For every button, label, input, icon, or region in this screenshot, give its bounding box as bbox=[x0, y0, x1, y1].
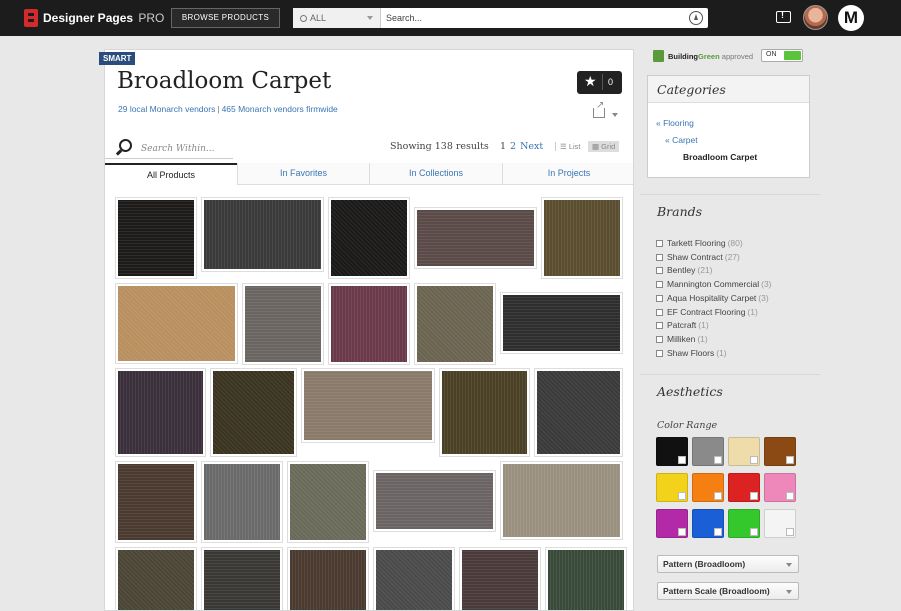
color-swatch[interactable] bbox=[764, 509, 796, 538]
brand-filter-item[interactable]: EF Contract Flooring (1) bbox=[656, 307, 758, 317]
product-swatch[interactable] bbox=[439, 368, 530, 457]
search-submit-icon[interactable] bbox=[689, 11, 703, 25]
brand-checkbox[interactable] bbox=[656, 335, 663, 343]
product-swatch[interactable] bbox=[301, 368, 435, 443]
chevron-down-icon bbox=[367, 16, 373, 20]
brand-checkbox[interactable] bbox=[656, 267, 663, 275]
smart-badge: SMART bbox=[99, 52, 136, 65]
brand-checkbox[interactable] bbox=[656, 322, 663, 330]
product-swatch[interactable] bbox=[534, 368, 623, 457]
designer-pages-logo-icon[interactable] bbox=[24, 9, 38, 27]
brands-title: Brands bbox=[657, 204, 703, 219]
product-swatch[interactable] bbox=[541, 197, 623, 279]
top-navigation-bar: Designer Pages PRO BROWSE PRODUCTS ALL M bbox=[0, 0, 901, 36]
product-swatch[interactable] bbox=[201, 547, 283, 610]
color-swatch[interactable] bbox=[692, 473, 724, 502]
brand-checkbox[interactable] bbox=[656, 281, 663, 289]
divider bbox=[640, 374, 820, 375]
product-swatch[interactable] bbox=[115, 368, 206, 457]
product-swatch[interactable] bbox=[115, 547, 197, 610]
chevron-down-icon bbox=[786, 563, 792, 567]
user-avatar[interactable] bbox=[803, 5, 828, 30]
buildinggreen-logo-icon bbox=[653, 50, 664, 62]
color-swatch[interactable] bbox=[728, 437, 760, 466]
monarch-logo[interactable]: M bbox=[838, 5, 864, 31]
color-swatch[interactable] bbox=[656, 509, 688, 538]
product-swatch[interactable] bbox=[500, 461, 623, 540]
buildinggreen-toggle[interactable]: ON bbox=[761, 49, 803, 62]
category-link-flooring[interactable]: « Flooring bbox=[656, 118, 694, 128]
product-swatch[interactable] bbox=[414, 207, 537, 269]
product-listing-panel: Broadloom Carpet 29 local Monarch vendor… bbox=[104, 49, 634, 611]
brand-filter-item[interactable]: Milliken (1) bbox=[656, 334, 708, 344]
brand-filter-item[interactable]: Mannington Commercial (3) bbox=[656, 279, 772, 289]
brand-filter-item[interactable]: Shaw Contract (27) bbox=[656, 252, 740, 262]
buildinggreen-label: BuildingGreen approved bbox=[668, 52, 754, 61]
categories-title: Categories bbox=[648, 76, 809, 103]
product-swatch[interactable] bbox=[115, 197, 197, 279]
product-swatch[interactable] bbox=[414, 283, 496, 365]
product-swatch[interactable] bbox=[373, 547, 455, 610]
product-swatch[interactable] bbox=[500, 292, 623, 354]
color-range-label: Color Range bbox=[657, 420, 718, 431]
pattern-scale-dropdown[interactable]: Pattern Scale (Broadloom) bbox=[657, 582, 799, 600]
product-swatch[interactable] bbox=[287, 547, 369, 610]
product-swatch[interactable] bbox=[201, 197, 324, 272]
product-swatch[interactable] bbox=[328, 197, 410, 279]
brand-filter-item[interactable]: Shaw Floors (1) bbox=[656, 348, 727, 358]
app-logo-text[interactable]: Designer Pages PRO bbox=[43, 11, 164, 25]
brand-checkbox[interactable] bbox=[656, 240, 663, 247]
category-link-carpet[interactable]: « Carpet bbox=[665, 135, 698, 145]
divider bbox=[640, 194, 820, 195]
color-swatch[interactable] bbox=[656, 437, 688, 466]
color-swatch[interactable] bbox=[656, 473, 688, 502]
category-current: Broadloom Carpet bbox=[683, 152, 758, 162]
product-swatch[interactable] bbox=[373, 470, 496, 532]
product-swatch[interactable] bbox=[201, 461, 283, 543]
product-swatch[interactable] bbox=[545, 547, 627, 610]
aesthetics-title: Aesthetics bbox=[657, 384, 723, 399]
color-swatch[interactable] bbox=[692, 437, 724, 466]
brand-filter-item[interactable]: Tarkett Flooring (80) bbox=[656, 238, 743, 248]
product-swatch[interactable] bbox=[328, 283, 410, 365]
color-swatch[interactable] bbox=[692, 509, 724, 538]
product-swatch[interactable] bbox=[459, 547, 541, 610]
product-swatch[interactable] bbox=[115, 283, 238, 364]
color-swatch[interactable] bbox=[728, 509, 760, 538]
brand-filter-item[interactable]: Patcraft (1) bbox=[656, 320, 709, 330]
product-swatch[interactable] bbox=[287, 461, 369, 543]
brand-filter-item[interactable]: Bentley (21) bbox=[656, 265, 712, 275]
toggle-knob bbox=[784, 51, 801, 60]
product-swatch[interactable] bbox=[242, 283, 324, 365]
global-search-input[interactable] bbox=[386, 11, 676, 25]
brand-checkbox[interactable] bbox=[656, 308, 663, 316]
global-search-bar: ALL bbox=[293, 8, 708, 28]
color-swatch[interactable] bbox=[728, 473, 760, 502]
categories-panel: Categories « Flooring « Carpet Broadloom… bbox=[647, 75, 810, 178]
color-swatch[interactable] bbox=[764, 437, 796, 466]
chevron-down-icon bbox=[786, 590, 792, 594]
pattern-dropdown[interactable]: Pattern (Broadloom) bbox=[657, 555, 799, 573]
browse-products-button[interactable]: BROWSE PRODUCTS bbox=[171, 8, 280, 28]
brand-checkbox[interactable] bbox=[656, 349, 663, 357]
search-scope-dropdown[interactable]: ALL bbox=[293, 8, 381, 28]
product-swatch[interactable] bbox=[210, 368, 297, 457]
brand-filter-item[interactable]: Aqua Hospitality Carpet (3) bbox=[656, 293, 769, 303]
brand-checkbox[interactable] bbox=[656, 294, 663, 302]
product-swatch[interactable] bbox=[115, 461, 197, 543]
color-swatch[interactable] bbox=[764, 473, 796, 502]
feedback-icon[interactable] bbox=[776, 10, 791, 23]
brand-checkbox[interactable] bbox=[656, 253, 663, 261]
search-icon bbox=[300, 15, 307, 22]
product-grid bbox=[105, 50, 633, 610]
